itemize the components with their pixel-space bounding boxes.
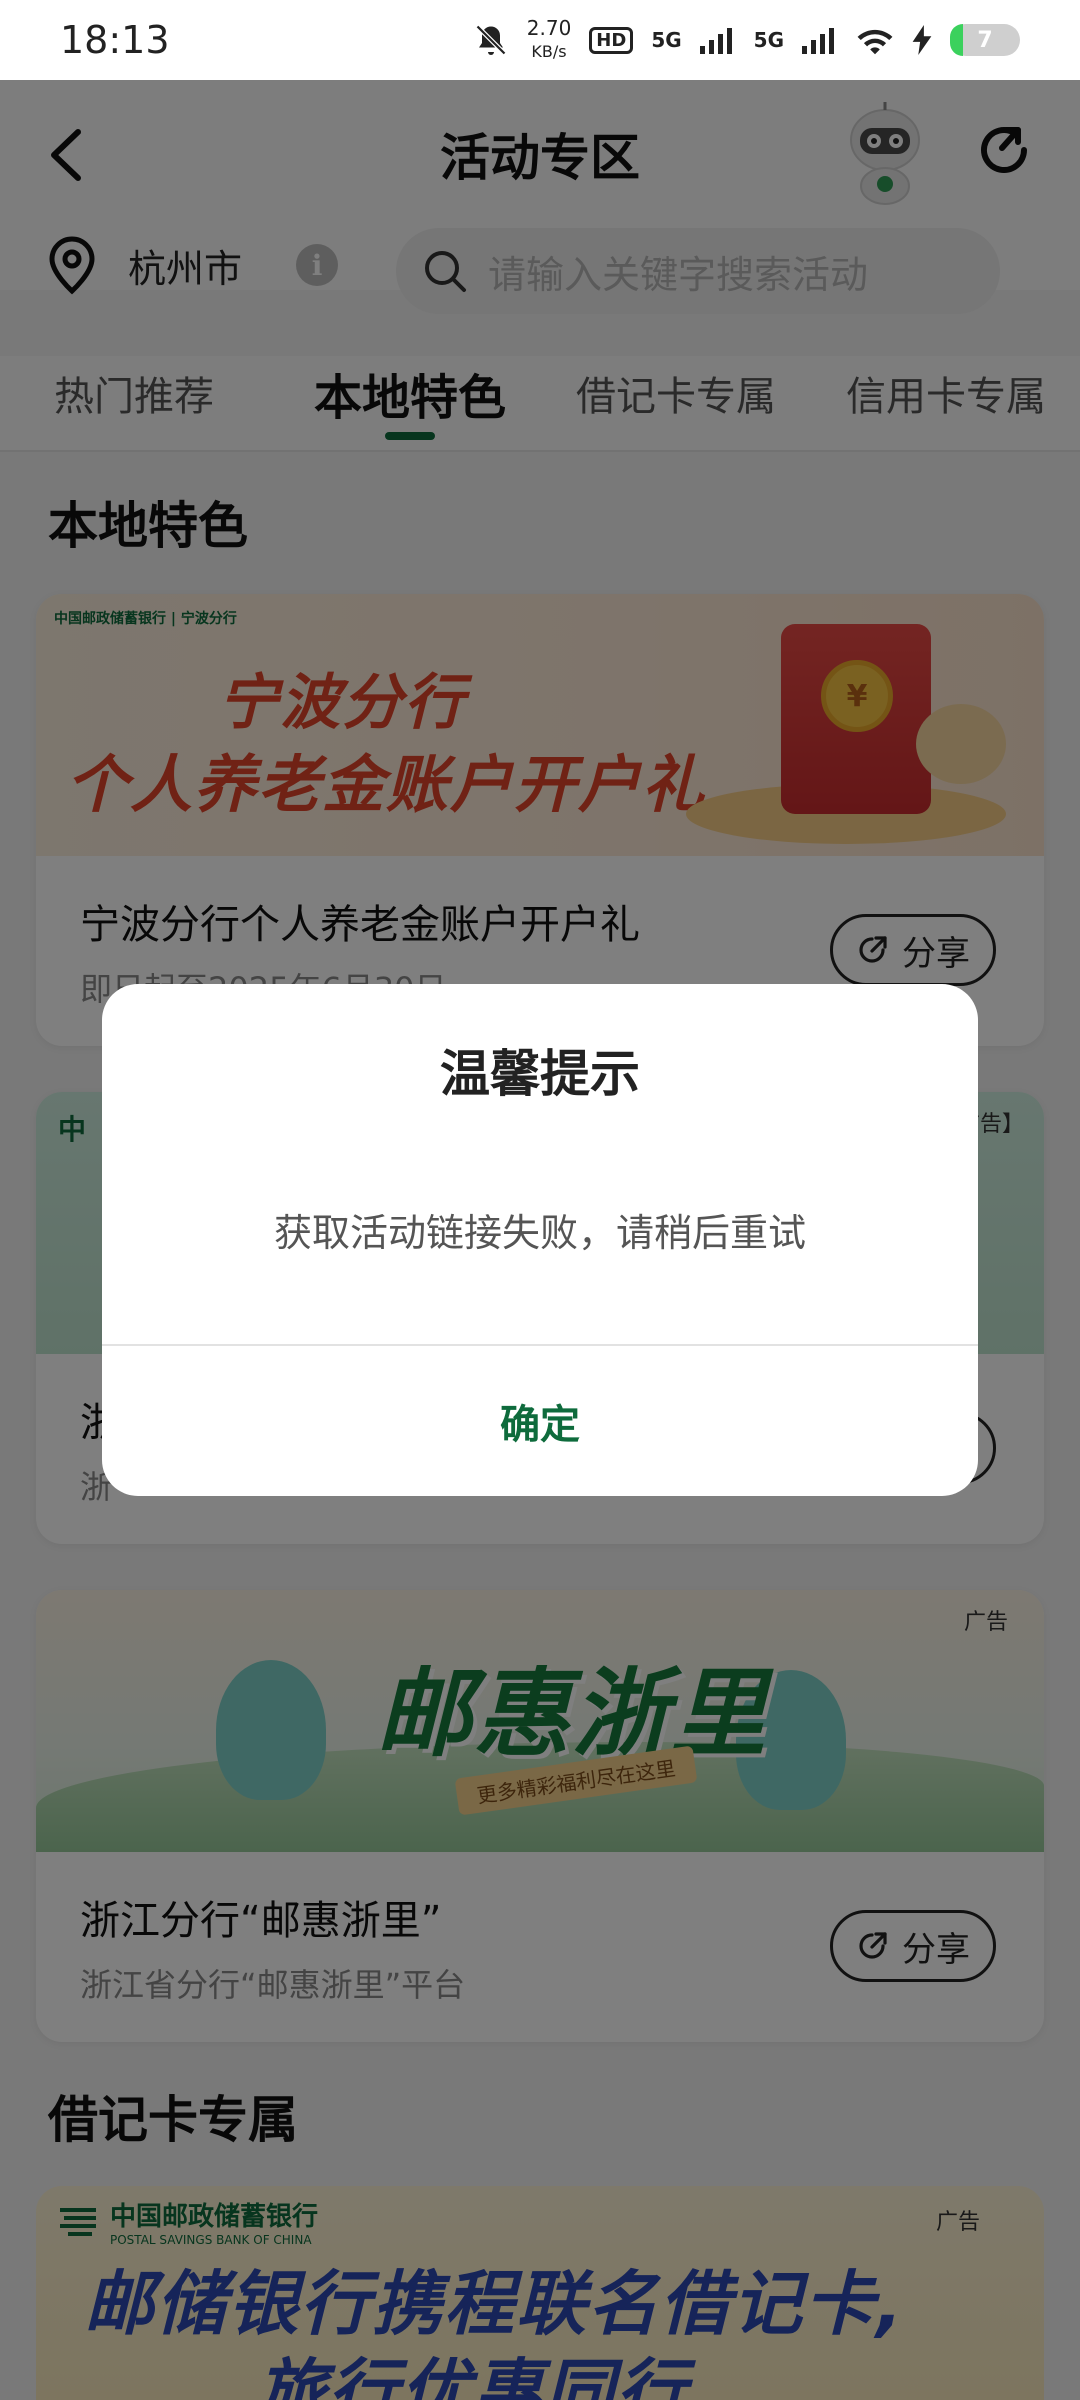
mute-icon bbox=[475, 24, 506, 56]
net-speed: 2.70 KB/s bbox=[527, 16, 572, 64]
dialog-message: 获取活动链接失败，请稍后重试 bbox=[273, 1211, 806, 1255]
wifi-icon bbox=[857, 29, 893, 55]
signal-icon bbox=[699, 28, 732, 54]
signal-icon bbox=[802, 28, 834, 54]
status-icons: 2.70 KB/s HD 5G 5G 7 bbox=[473, 16, 1020, 64]
confirm-button[interactable]: 确定 bbox=[102, 1346, 978, 1496]
status-time: 18:13 bbox=[60, 18, 170, 62]
sim2-signal: 5G bbox=[753, 28, 784, 52]
dialog-title: 温馨提示 bbox=[440, 1045, 640, 1103]
status-bar: 18:13 2.70 KB/s HD 5G 5G 7 bbox=[0, 0, 1080, 80]
net-speed-value: 2.70 bbox=[526, 16, 572, 40]
battery-indicator: 7 bbox=[950, 24, 1020, 56]
alert-dialog: 温馨提示 获取活动链接失败，请稍后重试 确定 bbox=[102, 984, 978, 1496]
sim1-signal: 5G bbox=[651, 28, 682, 52]
battery-level: 7 bbox=[977, 27, 993, 53]
hd-badge: HD bbox=[589, 26, 634, 54]
net-speed-unit: KB/s bbox=[531, 42, 567, 61]
charging-icon bbox=[912, 25, 932, 55]
